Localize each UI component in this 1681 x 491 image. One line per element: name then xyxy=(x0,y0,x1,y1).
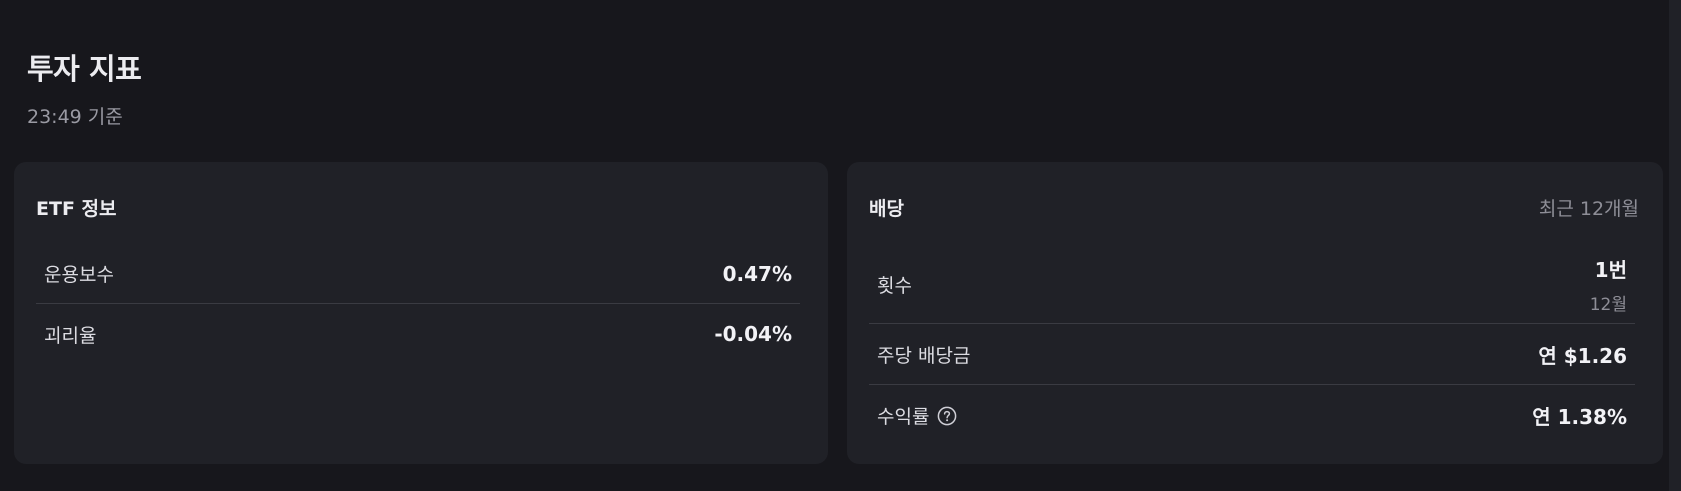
dividend-card: 배당 최근 12개월 횟수 1번 12월 주당 배당금 연 $1.26 수익률 xyxy=(847,162,1663,464)
section-header: 투자 지표 23:49 기준 xyxy=(27,46,142,129)
page-title: 투자 지표 xyxy=(27,52,142,86)
dividend-yield-label: 수익률 xyxy=(877,406,930,428)
expense-ratio-value: 0.47% xyxy=(722,261,792,286)
expense-ratio-row: 운용보수 0.47% xyxy=(36,244,800,304)
dividend-list: 횟수 1번 12월 주당 배당금 연 $1.26 수익률 연 1.38% xyxy=(869,246,1635,446)
dividend-per-share-value: 연 $1.26 xyxy=(1538,343,1627,368)
dividend-frequency-row: 횟수 1번 12월 xyxy=(869,246,1635,324)
dividend-yield-label-wrap: 수익률 xyxy=(877,402,957,429)
dividend-yield-row: 수익률 연 1.38% xyxy=(869,385,1635,446)
timestamp: 23:49 기준 xyxy=(27,106,123,128)
dividend-month: 12월 xyxy=(1589,295,1627,315)
dividend-period: 최근 12개월 xyxy=(1538,198,1639,220)
premium-discount-value: -0.04% xyxy=(714,322,792,346)
dividend-title: 배당 xyxy=(869,198,904,220)
dividend-per-share-row: 주당 배당금 연 $1.26 xyxy=(869,324,1635,385)
etf-info-card: ETF 정보 운용보수 0.47% 괴리율 -0.04% xyxy=(14,162,828,464)
dividend-per-share-label: 주당 배당금 xyxy=(877,344,971,367)
right-edge-panel xyxy=(1669,0,1681,491)
dividend-frequency-values: 1번 12월 xyxy=(1590,254,1627,315)
etf-info-list: 운용보수 0.47% 괴리율 -0.04% xyxy=(36,244,800,364)
expense-ratio-label: 운용보수 xyxy=(44,264,114,286)
etf-info-title: ETF 정보 xyxy=(36,198,117,220)
dividend-frequency-value: 1번 xyxy=(1594,258,1627,282)
help-circle-icon[interactable] xyxy=(937,406,957,426)
dividend-yield-value: 연 1.38% xyxy=(1532,405,1627,429)
premium-discount-label: 괴리율 xyxy=(44,324,97,347)
dividend-frequency-label: 횟수 xyxy=(877,275,912,297)
premium-discount-row: 괴리율 -0.04% xyxy=(36,304,800,364)
